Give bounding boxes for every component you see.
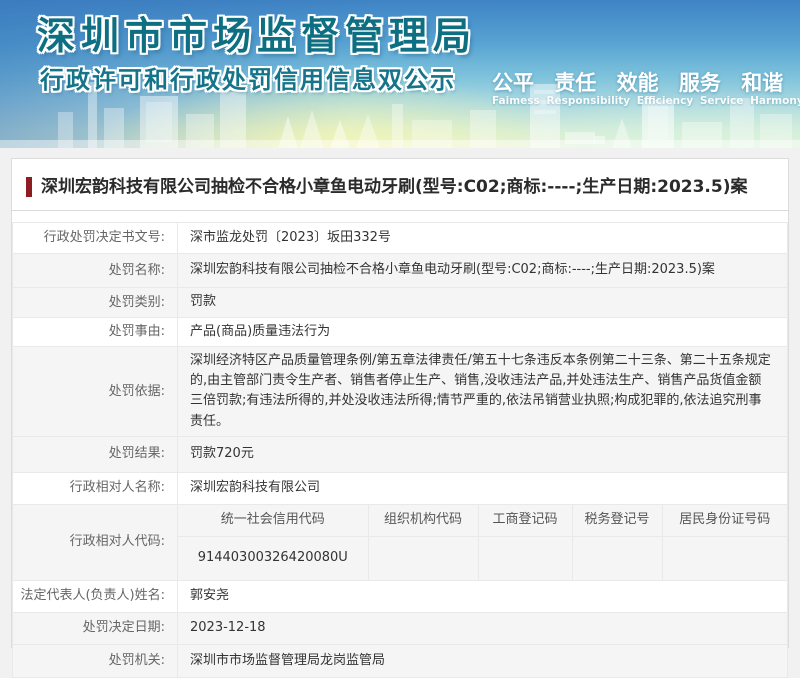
row-label: 处罚结果: <box>13 436 178 472</box>
row-value: 深市监龙处罚〔2023〕坂田332号 <box>178 223 788 254</box>
slogan-chinese: 公平 责任 效能 服务 和谐 <box>492 67 783 97</box>
code-column-header: 税务登记号 <box>572 505 662 537</box>
banner-subtitle: 行政许可和行政处罚信用信息双公示 <box>40 60 456 95</box>
row-value: 郭安尧 <box>178 580 788 612</box>
code-value <box>478 537 572 580</box>
site-banner: 深圳市市场监督管理局 行政许可和行政处罚信用信息双公示 公平 责任 效能 服务 … <box>0 0 800 148</box>
row-label: 行政相对人代码: <box>13 504 178 580</box>
title-divider <box>12 210 788 211</box>
table-row-legal-representative: 法定代表人(负责人)姓名: 郭安尧 <box>13 580 788 612</box>
table-row-penalty-authority: 处罚机关: 深圳市市场监督管理局龙岗监管局 <box>13 644 788 677</box>
row-label: 处罚事由: <box>13 318 178 347</box>
code-value <box>662 537 787 580</box>
row-label: 处罚决定日期: <box>13 612 178 644</box>
row-label: 处罚类别: <box>13 288 178 318</box>
party-code-subtable: 统一社会信用代码 组织机构代码 工商登记码 税务登记号 居民身份证号码 9144… <box>178 505 787 580</box>
code-value <box>572 537 662 580</box>
row-value: 深圳宏韵科技有限公司 <box>178 472 788 504</box>
code-column-header: 居民身份证号码 <box>662 505 787 537</box>
row-label: 法定代表人(负责人)姓名: <box>13 580 178 612</box>
table-row-decision-date: 处罚决定日期: 2023-12-18 <box>13 612 788 644</box>
row-label: 处罚名称: <box>13 254 178 288</box>
row-label: 处罚机关: <box>13 644 178 677</box>
party-codes-cell: 统一社会信用代码 组织机构代码 工商登记码 税务登记号 居民身份证号码 9144… <box>178 504 788 580</box>
case-title-row: 深圳宏韵科技有限公司抽检不合格小章鱼电动牙刷(型号:C02;商标:----;生产… <box>12 159 788 210</box>
penalty-info-table: 行政处罚决定书文号: 深市监龙处罚〔2023〕坂田332号 处罚名称: 深圳宏韵… <box>12 222 788 678</box>
row-value: 2023-12-18 <box>178 612 788 644</box>
table-row-party-name: 行政相对人名称: 深圳宏韵科技有限公司 <box>13 472 788 504</box>
page-title: 深圳宏韵科技有限公司抽检不合格小章鱼电动牙刷(型号:C02;商标:----;生产… <box>41 176 748 198</box>
code-value-row: 91440300326420080U <box>178 537 787 580</box>
table-row-penalty-result: 处罚结果: 罚款720元 <box>13 436 788 472</box>
row-label: 行政相对人名称: <box>13 472 178 504</box>
slogan-english: Faimess Responsibility Efficiency Servic… <box>492 95 800 107</box>
table-row-penalty-basis: 处罚依据: 深圳经济特区产品质量管理条例/第五章法律责任/第五十七条违反本条例第… <box>13 347 788 437</box>
table-row-penalty-category: 处罚类别: 罚款 <box>13 288 788 318</box>
code-column-header: 工商登记码 <box>478 505 572 537</box>
table-row-penalty-name: 处罚名称: 深圳宏韵科技有限公司抽检不合格小章鱼电动牙刷(型号:C02;商标:-… <box>13 254 788 288</box>
code-column-header: 组织机构代码 <box>368 505 478 537</box>
content-panel: 深圳宏韵科技有限公司抽检不合格小章鱼电动牙刷(型号:C02;商标:----;生产… <box>11 158 789 648</box>
row-label: 处罚依据: <box>13 347 178 437</box>
code-value: 91440300326420080U <box>178 537 368 580</box>
table-row-penalty-reason: 处罚事由: 产品(商品)质量违法行为 <box>13 318 788 347</box>
table-row-decision-number: 行政处罚决定书文号: 深市监龙处罚〔2023〕坂田332号 <box>13 223 788 254</box>
row-value: 产品(商品)质量违法行为 <box>178 318 788 347</box>
row-value: 深圳市市场监督管理局龙岗监管局 <box>178 644 788 677</box>
row-value: 深圳宏韵科技有限公司抽检不合格小章鱼电动牙刷(型号:C02;商标:----;生产… <box>178 254 788 288</box>
row-value: 罚款 <box>178 288 788 318</box>
code-value <box>368 537 478 580</box>
table-row-party-codes: 行政相对人代码: 统一社会信用代码 组织机构代码 工商登记码 税务登记号 居民身… <box>13 504 788 580</box>
title-accent-bar <box>26 177 32 197</box>
row-label: 行政处罚决定书文号: <box>13 223 178 254</box>
code-column-header: 统一社会信用代码 <box>178 505 368 537</box>
row-value: 深圳经济特区产品质量管理条例/第五章法律责任/第五十七条违反本条例第二十三条、第… <box>178 347 788 437</box>
row-value: 罚款720元 <box>178 436 788 472</box>
code-header-row: 统一社会信用代码 组织机构代码 工商登记码 税务登记号 居民身份证号码 <box>178 505 787 537</box>
org-name-title: 深圳市市场监督管理局 <box>37 5 477 60</box>
